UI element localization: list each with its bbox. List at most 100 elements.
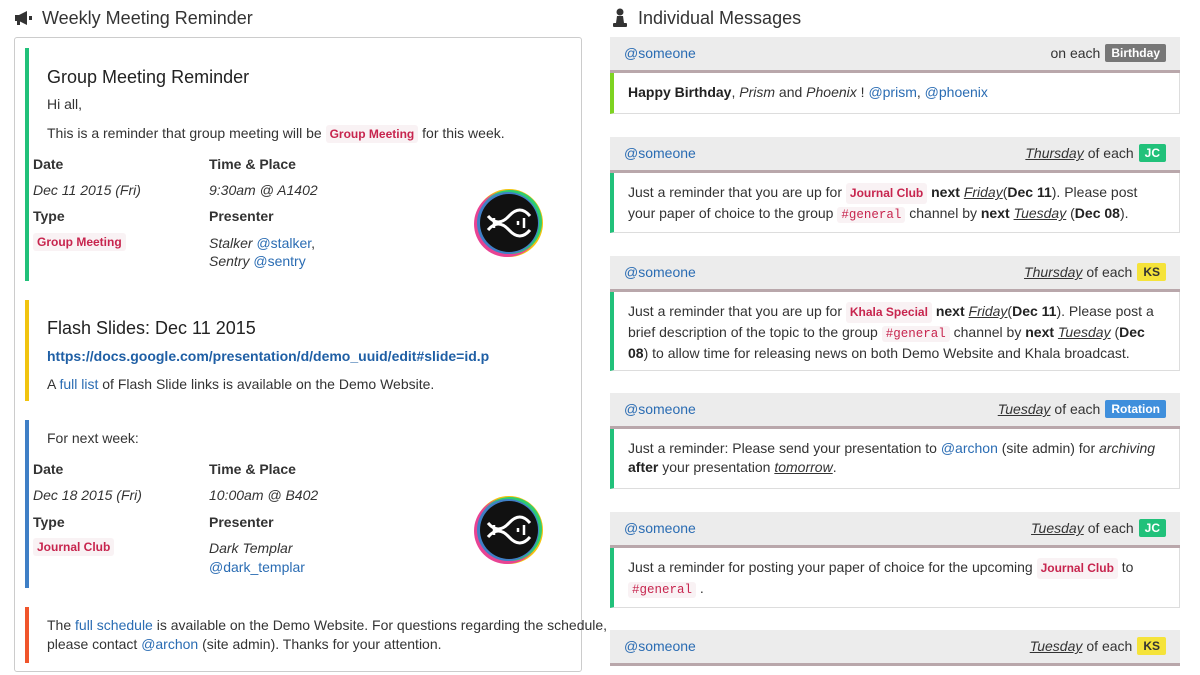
birthday-bang: ! [860, 84, 865, 100]
archon-handle[interactable]: @archon [941, 440, 998, 456]
card-badge: JC [1138, 519, 1166, 538]
next-week-section: For next week: Date Time & Place Dec 18 … [25, 420, 570, 588]
msg-day: Friday [963, 184, 1003, 200]
message-card-jc-thursday: @someone Thursday of each JC Just a remi… [610, 137, 1180, 233]
msg-text: Just a reminder: Please send your presen… [628, 440, 937, 456]
time-place-value: 9:30am @ A1402 [209, 182, 318, 198]
card-user[interactable]: @someone [624, 519, 696, 538]
channel-tag: #general [881, 326, 950, 342]
card-badge: KS [1137, 263, 1166, 282]
next-date-label: Date [33, 461, 64, 477]
msg-end: . [699, 580, 704, 596]
footer-text-3: please contact [47, 636, 138, 652]
channel-tag: #general [837, 207, 906, 223]
weekly-meeting-panel: Weekly Meeting Reminder Group Meeting Re… [14, 0, 607, 672]
next-week-intro: For next week: [47, 430, 139, 446]
footer-section: The full schedule is available on the De… [25, 607, 607, 663]
card-header: @someone Tuesday of each Rotation [610, 393, 1180, 429]
full-list-link[interactable]: full list [59, 376, 98, 392]
flash-text-post: of Flash Slide links is available on the… [102, 376, 435, 392]
time-place-label: Time & Place [209, 156, 296, 172]
card-user[interactable]: @someone [624, 263, 696, 282]
card-each: on each [1050, 45, 1101, 62]
chess-pawn-icon [610, 8, 630, 28]
card-day: Tuesday [997, 401, 1051, 418]
msg-next: next [931, 184, 960, 200]
intro-post: for this week. [422, 125, 505, 141]
flash-slides-heading: Flash Slides: Dec 11 2015 [47, 318, 256, 338]
footer-text-2: is available on the Demo Website. For qu… [156, 617, 608, 633]
msg-text: Just a reminder for posting your paper o… [628, 559, 1033, 575]
msg-text-3: channel by [909, 205, 977, 221]
flash-slides-url[interactable]: https://docs.google.com/presentation/d/d… [47, 347, 489, 366]
birthday-sep: , [916, 84, 921, 100]
individual-panel-header: Individual Messages [610, 0, 1180, 36]
journal-club-tag: Journal Club [845, 183, 928, 204]
presenter-1-name: Stalker [209, 235, 253, 251]
msg-end: ) to allow time for releasing news on bo… [643, 345, 1130, 361]
msg-date: Dec 11 [1012, 303, 1057, 319]
flash-slides-text: A full list of Flash Slide links is avai… [47, 375, 434, 394]
birthday-comma: , [731, 84, 736, 100]
msg-text-3: your presentation [662, 459, 771, 475]
msg-day: Friday [968, 303, 1008, 319]
group-meeting-tag: Group Meeting [325, 125, 419, 144]
intro-pre: This is a reminder that group meeting wi… [47, 125, 322, 141]
presenter-label: Presenter [209, 208, 274, 224]
msg-text: Just a reminder that you are up for [628, 303, 842, 319]
card-user[interactable]: @someone [624, 44, 696, 63]
card-header: @someone on each Birthday [610, 37, 1180, 73]
next-type-value: Journal Club [33, 537, 115, 557]
card-header: @someone Tuesday of each JC [610, 512, 1180, 548]
type-tag: Group Meeting [33, 233, 126, 252]
presenter-1-handle[interactable]: @stalker [256, 235, 311, 251]
card-header: @someone Tuesday of each KS [610, 630, 1180, 666]
card-body: Just a reminder for posting your paper o… [610, 548, 1180, 608]
msg-day-2: Tuesday [1013, 205, 1067, 221]
birthday-name-2: Phoenix [806, 84, 857, 100]
dna-logo-icon [474, 496, 543, 564]
megaphone-icon [14, 8, 34, 28]
card-day: Thursday [1025, 145, 1084, 162]
next-presenter-handle[interactable]: @dark_templar [209, 558, 305, 577]
type-value: Group Meeting [33, 232, 126, 252]
card-day: Tuesday [1029, 638, 1083, 655]
card-user[interactable]: @someone [624, 637, 696, 656]
birthday-text: Happy Birthday [628, 84, 732, 100]
next-presenter-label: Presenter [209, 514, 274, 530]
card-badge: Rotation [1105, 400, 1166, 419]
weekly-message-box: Group Meeting Reminder Hi all, This is a… [14, 37, 607, 672]
birthday-name-1: Prism [739, 84, 776, 100]
phoenix-handle[interactable]: @phoenix [925, 84, 988, 100]
greeting-text: Hi all, [47, 96, 83, 112]
khala-special-tag: Khala Special [845, 302, 932, 323]
archon-link[interactable]: @archon [141, 636, 198, 652]
channel-tag: #general [628, 582, 697, 598]
presenter-1: Stalker @stalker, [209, 235, 316, 251]
footer-text-4: (site admin). Thanks for your attention. [202, 636, 442, 652]
prism-handle[interactable]: @prism [868, 84, 916, 100]
footer-text-1: The [47, 617, 72, 633]
presenter-2-handle[interactable]: @sentry [253, 253, 305, 269]
msg-text: Just a reminder that you are up for [628, 184, 842, 200]
card-day: Tuesday [1031, 520, 1084, 537]
footer-line-1: The full schedule is available on the De… [47, 616, 607, 635]
date-label: Date [33, 156, 64, 172]
next-type-label: Type [33, 514, 65, 530]
card-badge: Birthday [1105, 44, 1166, 63]
msg-after: after [628, 459, 659, 475]
next-time-label: Time & Place [209, 461, 296, 477]
card-user[interactable]: @someone [624, 144, 696, 163]
journal-club-tag: Journal Club [1036, 558, 1118, 579]
card-schedule: Thursday of each JC [1025, 144, 1166, 163]
card-schedule: Tuesday of each KS [1030, 637, 1166, 656]
card-schedule: Tuesday of each JC [1031, 519, 1166, 538]
card-badge: KS [1137, 637, 1166, 656]
presenter-2-name: Sentry [209, 253, 250, 269]
full-schedule-link[interactable]: full schedule [75, 617, 153, 633]
card-user[interactable]: @someone [624, 400, 696, 419]
card-header: @someone Thursday of each KS [610, 256, 1180, 292]
message-card-jc-tuesday: @someone Tuesday of each JC Just a remin… [610, 512, 1180, 608]
card-each: of each [1087, 145, 1134, 162]
message-card-rotation: @someone Tuesday of each Rotation Just a… [610, 393, 1180, 489]
